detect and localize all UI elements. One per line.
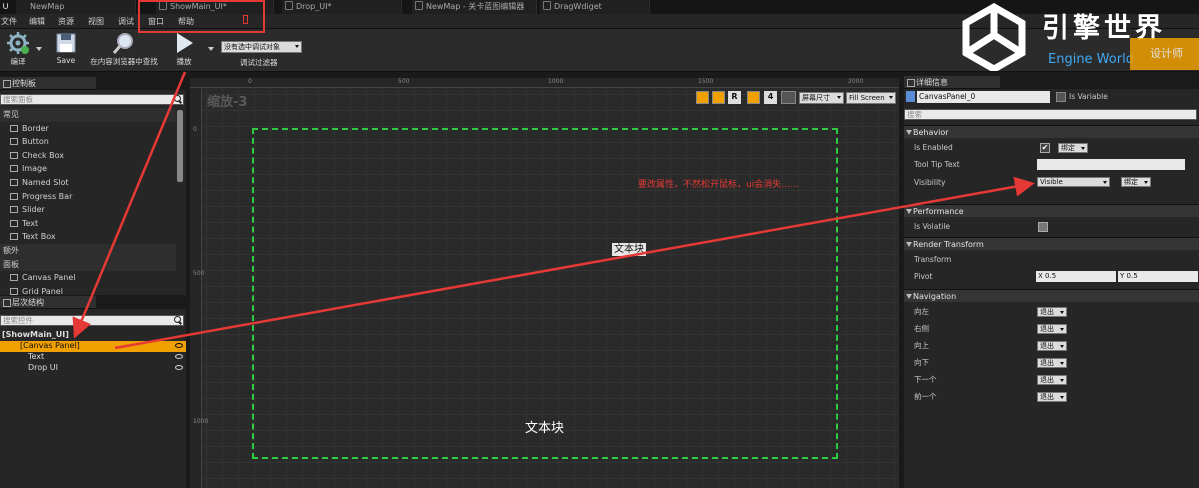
arrow-to-visibility — [114, 176, 1035, 350]
arrow-to-hierarchy — [72, 71, 187, 339]
annotation-arrows — [72, 71, 1035, 350]
